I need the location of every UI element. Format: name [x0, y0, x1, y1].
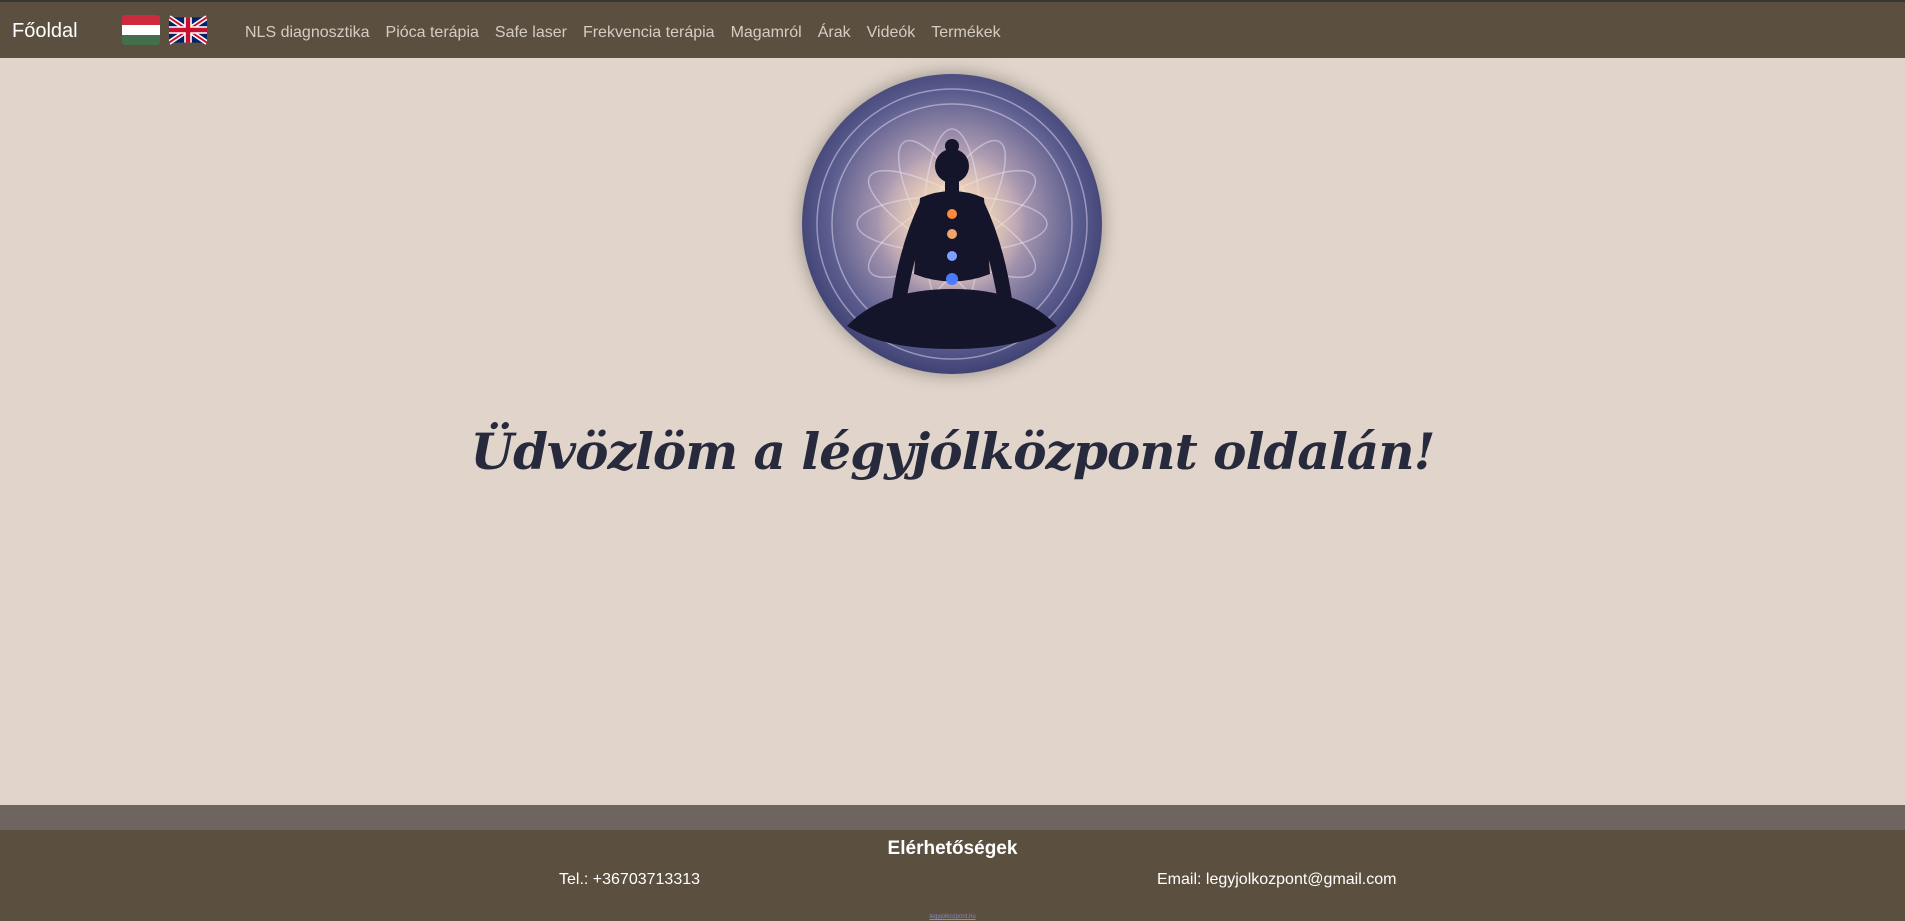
nav-link-frekvencia-terapia[interactable]: Frekvencia terápia: [583, 24, 715, 41]
brand-home-link[interactable]: Főoldal: [12, 19, 78, 43]
nav-link-safe-laser[interactable]: Safe laser: [495, 24, 567, 41]
nav-link-termekek[interactable]: Termékek: [931, 24, 1000, 41]
nav-link-pioca-terapia[interactable]: Pióca terápia: [386, 24, 479, 41]
footer-email: Email: legyjolkozpont@gmail.com: [1157, 871, 1397, 888]
nav-item: Termékek: [931, 22, 1000, 44]
nav-item: Pióca terápia: [386, 22, 479, 44]
navbar: Főoldal NLS diagnosztika Pióca terápia S…: [0, 2, 1905, 58]
meditation-hero-image: [802, 74, 1102, 374]
footer-title: Elérhetőségek: [887, 838, 1018, 859]
nav-links: NLS diagnosztika Pióca terápia Safe lase…: [245, 22, 1017, 44]
nav-item: Frekvencia terápia: [583, 22, 715, 44]
footer-tiny-link[interactable]: legyjolkozpont.hu: [0, 914, 1905, 920]
footer: Elérhetőségek Tel.: +36703713313 Email: …: [0, 830, 1905, 921]
nav-link-nls-diagnosztika[interactable]: NLS diagnosztika: [245, 24, 370, 41]
nav-item: Videók: [867, 22, 916, 44]
nav-item: NLS diagnosztika: [245, 22, 370, 44]
welcome-heading: Üdvözlöm a légyjólközpont oldalán!: [470, 421, 1435, 481]
nav-link-arak[interactable]: Árak: [818, 24, 851, 41]
footer-phone: Tel.: +36703713313: [559, 871, 701, 888]
hungarian-flag-icon[interactable]: [122, 15, 160, 45]
nav-item: Safe laser: [495, 22, 567, 44]
nav-link-magamrol[interactable]: Magamról: [731, 24, 802, 41]
uk-flag-icon[interactable]: [169, 15, 207, 45]
nav-item: Magamról: [731, 22, 802, 44]
footer-divider-band: [0, 805, 1905, 830]
nav-item: Árak: [818, 22, 851, 44]
nav-link-videok[interactable]: Videók: [867, 24, 916, 41]
